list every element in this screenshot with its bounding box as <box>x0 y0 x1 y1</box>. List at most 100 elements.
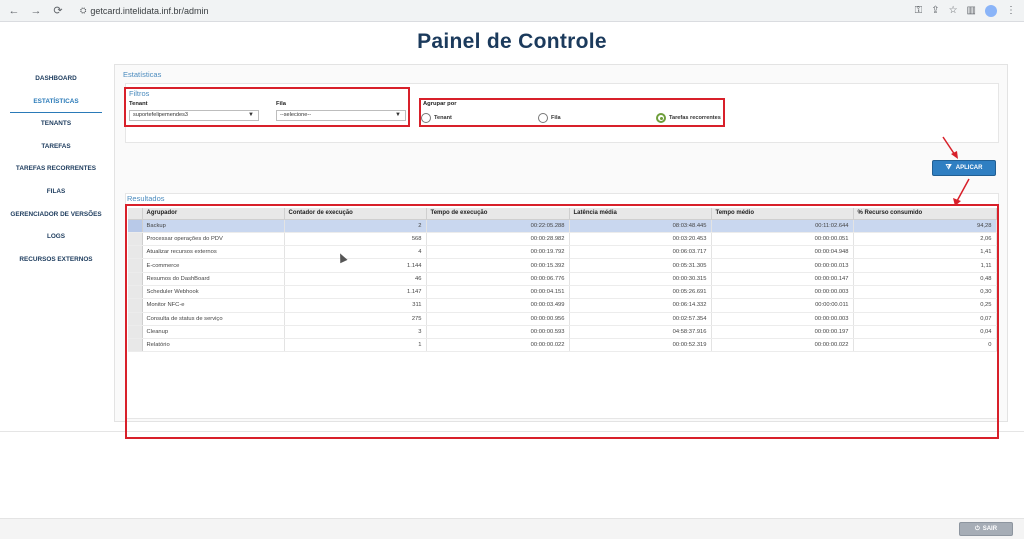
app-container: Painel de Controle DASHBOARD ESTATÍSTICA… <box>0 22 1024 439</box>
tenant-select[interactable]: suportefelipemendes3 ▼ <box>129 110 259 121</box>
sidebar-item-version-manager[interactable]: GERENCIADOR DE VERSÕES <box>10 204 102 227</box>
table-empty-cell <box>142 392 284 405</box>
table-cell: Scheduler Webhook <box>142 285 285 300</box>
browser-menu-icon[interactable]: ⋮ <box>1006 5 1016 16</box>
row-gutter[interactable] <box>128 272 143 286</box>
sidebar-item-external-resources[interactable]: RECURSOS EXTERNOS <box>10 249 102 272</box>
column-header-grouper[interactable]: Agrupador <box>142 208 285 220</box>
forward-icon[interactable]: → <box>30 5 42 17</box>
radio-circle-checked <box>656 113 666 123</box>
sidebar-panel-icon[interactable]: ▥ <box>967 5 976 16</box>
page-title: Painel de Controle <box>417 30 607 53</box>
column-header-average-latency[interactable]: Latência média <box>569 208 712 220</box>
logout-button[interactable]: ⏻ SAIR <box>959 522 1013 536</box>
table-cell: 00:00:00.011 <box>711 298 854 313</box>
share-icon[interactable]: ⇪ <box>931 5 939 16</box>
column-header-resource-consumed[interactable]: % Recurso consumido <box>853 208 997 220</box>
column-header-execution-count[interactable]: Contador de execução <box>284 208 427 220</box>
table-empty-cell <box>569 365 711 378</box>
table-row[interactable]: Cleanup 3 00:00:00.593 04:58:37.916 00:00:00… <box>128 325 997 340</box>
table-row[interactable]: Monitor NFC-e 311 00:00:03.499 00:06:14.332… <box>128 298 997 313</box>
table-cell: Resumos do DashBoard <box>142 272 285 286</box>
bookmark-star-icon[interactable]: ☆ <box>949 5 958 16</box>
section-title: Estatísticas <box>123 70 162 79</box>
table-cell: 1.147 <box>284 285 427 300</box>
table-cell: 00:00:00.051 <box>711 232 854 247</box>
table-row[interactable]: Resumos do DashBoard 46 00:00:06.776 00:00:… <box>128 272 997 286</box>
row-gutter[interactable] <box>128 298 143 313</box>
statistics-panel: Estatísticas Filtros Tenant suportefelip… <box>114 64 1008 439</box>
group-by-queue-radio[interactable]: Fila <box>538 113 561 123</box>
table-empty-cell <box>128 352 142 365</box>
row-gutter[interactable] <box>128 338 143 353</box>
table-empty-cell <box>128 379 142 392</box>
table-row[interactable]: Backup 2 00:22:05.288 08:03:48.445 00:11:02.… <box>128 219 997 233</box>
group-by-recurring-radio[interactable]: Tarefas recorrentes <box>656 113 721 123</box>
table-empty-cell <box>284 432 426 445</box>
sidebar-item-logs[interactable]: LOGS <box>10 226 102 249</box>
sidebar-item-recurring-tasks[interactable]: TAREFAS RECORRENTES <box>10 158 102 181</box>
table-cell: 275 <box>284 312 427 326</box>
sidebar-item-queues[interactable]: FILAS <box>10 181 102 204</box>
table-empty-row <box>128 392 996 405</box>
address-bar[interactable]: ⛭ getcard.intelidata.inf.br/admin <box>80 6 208 16</box>
table-empty-row <box>128 379 996 392</box>
table-cell: 46 <box>284 272 427 286</box>
row-gutter[interactable] <box>128 219 143 233</box>
table-cell: 00:00:28.982 <box>426 232 570 247</box>
group-by-tenant-label: Tenant <box>434 115 452 121</box>
queue-select[interactable]: --selecione-- ▼ <box>276 110 406 121</box>
table-row[interactable]: Relatório 1 00:00:00.022 00:00:52.319 00:00:… <box>128 338 997 353</box>
group-by-tenant-radio[interactable]: Tenant <box>421 113 452 123</box>
table-empty-cell <box>853 432 996 445</box>
table-cell: 1 <box>284 338 427 353</box>
sidebar-item-dashboard[interactable]: DASHBOARD <box>10 68 102 91</box>
apply-button[interactable]: ⧩ APLICAR <box>932 160 996 176</box>
table-empty-cell <box>853 405 996 418</box>
filters-title: Filtros <box>129 89 150 98</box>
table-empty-cell <box>853 418 996 431</box>
password-key-icon[interactable]: ⚿ <box>915 5 923 16</box>
table-empty-cell <box>711 405 853 418</box>
site-info-icon[interactable]: ⛭ <box>80 6 86 16</box>
table-empty-cell <box>569 379 711 392</box>
address-text: getcard.intelidata.inf.br/admin <box>90 5 209 16</box>
table-empty-cell <box>128 365 142 378</box>
row-gutter[interactable] <box>128 232 143 247</box>
table-cell: 00:06:03.717 <box>569 245 712 260</box>
column-header-average-time[interactable]: Tempo médio <box>711 208 854 220</box>
table-empty-cell <box>142 418 284 431</box>
row-gutter[interactable] <box>128 245 143 260</box>
reload-icon[interactable]: ⟳ <box>52 4 64 17</box>
sidebar-item-tasks[interactable]: TAREFAS <box>10 136 102 159</box>
power-icon: ⏻ <box>974 525 980 532</box>
table-empty-cell <box>426 365 569 378</box>
back-icon[interactable]: ← <box>8 5 20 17</box>
table-empty-cell <box>426 418 569 431</box>
filter-funnel-icon: ⧩ <box>945 164 952 171</box>
table-row[interactable]: Atualizar recursos externos 4 00:00:19.792… <box>128 245 997 260</box>
table-row[interactable]: Consulta de status de serviço 275 00:00:00… <box>128 312 997 326</box>
table-cell: 00:02:57.354 <box>569 312 712 326</box>
table-empty-row <box>128 405 996 418</box>
table-row[interactable]: Processar operações do PDV 568 00:00:28.98… <box>128 232 997 247</box>
table-empty-cell <box>284 418 426 431</box>
sidebar-item-tenants[interactable]: TENANTS <box>10 113 102 136</box>
sidebar: DASHBOARD ESTATÍSTICAS TENANTS TAREFAS T… <box>10 68 102 271</box>
table-cell: 0,04 <box>853 325 997 340</box>
row-gutter[interactable] <box>128 285 143 300</box>
row-gutter[interactable] <box>128 312 143 326</box>
results-title: Resultados <box>127 194 165 203</box>
row-gutter[interactable] <box>128 258 143 273</box>
table-row[interactable]: Scheduler Webhook 1.147 00:00:04.151 00:05:… <box>128 285 997 300</box>
column-header-execution-time[interactable]: Tempo de execução <box>426 208 570 220</box>
profile-avatar[interactable] <box>985 4 997 17</box>
table-row[interactable]: E-commerce 1.144 00:00:15.392 00:05:31.305 0… <box>128 258 997 273</box>
sidebar-item-statistics[interactable]: ESTATÍSTICAS <box>10 91 102 114</box>
row-gutter[interactable] <box>128 325 143 340</box>
table-empty-cell <box>128 432 142 445</box>
browser-actions: ⚿ ⇪ ☆ ▥ ⋮ <box>915 4 1016 17</box>
table-cell: 00:00:19.792 <box>426 245 570 260</box>
table-cell: E-commerce <box>142 258 285 273</box>
table-cell: Cleanup <box>142 325 285 340</box>
